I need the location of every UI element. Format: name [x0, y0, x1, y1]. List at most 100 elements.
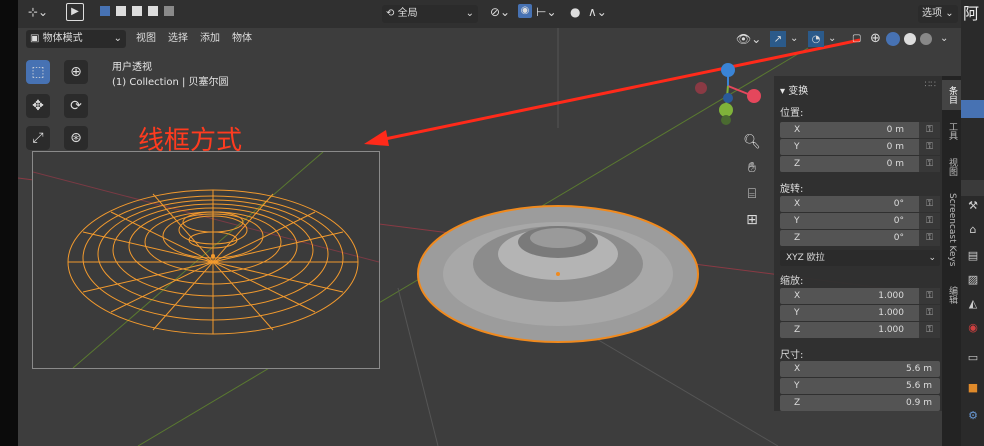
scale-tool[interactable]: ⤢ [26, 126, 50, 150]
pivot-point-icon[interactable]: ⊘⌄ [490, 5, 510, 19]
transform-tool[interactable]: ⊛ [64, 126, 88, 150]
view-name-label: 用户透视 [112, 62, 152, 73]
location-x-field[interactable]: X 0 m ⚿ [780, 122, 940, 138]
move-tool[interactable]: ✥ [26, 94, 50, 118]
collection-icon[interactable]: ▭ [965, 350, 981, 366]
menu-view[interactable]: 视图 [136, 30, 156, 48]
xray-toggle-icon[interactable]: ▢ [852, 30, 861, 48]
cropped-title-text: 阿 [963, 4, 980, 23]
view-layer-icon[interactable]: ▨ [965, 272, 981, 288]
lock-icon[interactable]: ⚿ [919, 196, 940, 212]
snap-target-icon[interactable]: ⊢⌄ [536, 5, 557, 19]
lock-icon[interactable]: ⚿ [919, 156, 940, 172]
tool-icon[interactable]: ⚒ [965, 198, 981, 214]
perspective-toggle-icon[interactable]: ⊞ [742, 210, 762, 230]
rotation-label: 旋转: [780, 184, 804, 195]
snap-toggle-icon[interactable]: ◉ [518, 4, 532, 18]
transform-title-label: 变换 [788, 86, 809, 97]
selection-mode-extend-icon[interactable] [116, 6, 126, 16]
zoom-icon[interactable]: 🔍︎ [742, 132, 762, 152]
lock-icon[interactable]: ⚿ [919, 213, 940, 229]
lock-icon[interactable]: ⚿ [919, 139, 940, 155]
selection-mode-new-icon[interactable] [100, 6, 110, 16]
chevron-down-icon: ⌄ [945, 8, 954, 19]
select-box-tool[interactable]: ⬚ [26, 60, 50, 84]
material-preview-icon[interactable] [904, 33, 916, 45]
select-box-icon: ⬚ [31, 64, 45, 80]
selection-mode-invert-icon[interactable] [148, 6, 158, 16]
mode-dropdown[interactable]: ▣ 物体模式 ⌄ [26, 30, 126, 48]
chevron-down-icon[interactable]: ⌄ [828, 30, 836, 48]
object-icon[interactable]: ■ [965, 380, 981, 396]
selected-row-highlight [961, 100, 984, 118]
scale-x-field[interactable]: X 1.000 ⚿ [780, 288, 940, 304]
visibility-icon[interactable]: 👁⌄ [736, 30, 761, 48]
dimensions-z-field[interactable]: Z 0.9 m [780, 395, 940, 411]
orientation-icon: ⟲ [386, 8, 395, 19]
left-edge-strip [0, 0, 18, 446]
lock-icon[interactable]: ⚿ [919, 122, 940, 138]
proportional-edit-icon[interactable]: ● [570, 5, 580, 19]
lock-icon[interactable]: ⚿ [919, 305, 940, 321]
rotation-z-field[interactable]: Z 0° ⚿ [780, 230, 940, 246]
dimensions-y-field[interactable]: Y 5.6 m [780, 378, 940, 394]
selection-mode-intersect-icon[interactable] [164, 6, 174, 16]
rotate-tool[interactable]: ⟳ [64, 94, 88, 118]
scale-y-field[interactable]: Y 1.000 ⚿ [780, 305, 940, 321]
camera-view-icon[interactable]: ⌸ [742, 184, 762, 204]
location-z-field[interactable]: Z 0 m ⚿ [780, 156, 940, 172]
chevron-down-icon: ⌄ [928, 253, 936, 263]
lock-icon[interactable]: ⚿ [919, 288, 940, 304]
wireframe-shading-icon[interactable]: ⊕ [870, 30, 881, 48]
dimensions-y-value: 5.6 m [906, 381, 932, 391]
dimensions-x-field[interactable]: X 5.6 m [780, 361, 940, 377]
tab-screencast-keys[interactable]: Screencast Keys [942, 188, 961, 272]
render-icon[interactable]: ⌂ [965, 222, 981, 238]
solid-shading-icon[interactable] [886, 32, 900, 46]
options-dropdown[interactable]: 选项 ⌄ [918, 5, 958, 23]
cursor-icon: ⊕ [70, 64, 82, 80]
scale-z-field[interactable]: Z 1.000 ⚿ [780, 322, 940, 338]
rotation-x-value: 0° [893, 199, 904, 209]
chevron-down-icon[interactable]: ⌄ [940, 30, 948, 48]
location-label: 位置: [780, 108, 804, 119]
falloff-icon[interactable]: ∧⌄ [588, 5, 607, 19]
menu-add[interactable]: 添加 [200, 30, 220, 48]
rotation-x-field[interactable]: X 0° ⚿ [780, 196, 940, 212]
axis-label: Z [794, 325, 801, 335]
rendered-shading-icon[interactable] [920, 33, 932, 45]
overlays-toggle-icon[interactable]: ◔ [808, 31, 824, 47]
output-icon[interactable]: ▤ [965, 248, 981, 264]
drag-handle-icon[interactable]: ∷∷ [925, 80, 936, 90]
axis-label: Y [794, 142, 800, 152]
cursor-tool[interactable]: ⊕ [64, 60, 88, 84]
rotation-y-field[interactable]: Y 0° ⚿ [780, 213, 940, 229]
tab-view[interactable]: 视图 [942, 152, 961, 182]
orientation-label: 全局 [397, 8, 418, 19]
menu-select[interactable]: 选择 [168, 30, 188, 48]
transform-orientation-dropdown[interactable]: ⟲ 全局 ⌄ [382, 5, 478, 23]
selection-mode-subtract-icon[interactable] [132, 6, 142, 16]
chevron-down-icon[interactable]: ⌄ [790, 30, 798, 48]
tab-tool[interactable]: 工具 [942, 116, 961, 146]
tab-item[interactable]: 条目 [942, 80, 961, 110]
location-x-value: 0 m [886, 125, 904, 135]
editor-type-icon[interactable]: ⊹⌄ [28, 5, 48, 19]
menu-object[interactable]: 物体 [232, 30, 252, 48]
scene-icon[interactable]: ◭ [965, 296, 981, 312]
lock-icon[interactable]: ⚿ [919, 322, 940, 338]
3d-viewport[interactable]: ▣ 物体模式 ⌄ 视图 选择 添加 物体 👁⌄ ↗ ⌄ ◔ ⌄ ▢ ⊕ ⌄ 用户… [18, 28, 961, 446]
gizmo-toggle-icon[interactable]: ↗ [770, 31, 786, 47]
select-tool-icon[interactable]: ▶ [66, 3, 84, 21]
tab-edit[interactable]: 编辑 [942, 280, 961, 310]
axis-label: Z [794, 159, 801, 169]
world-icon[interactable]: ◉ [965, 320, 981, 336]
adjacent-editor-strip: 阿 ⚒ ⌂ ▤ ▨ ◭ ◉ ▭ ■ ⚙ [961, 0, 984, 446]
lock-icon[interactable]: ⚿ [919, 230, 940, 246]
rotation-mode-dropdown[interactable]: XYZ 欧拉 ⌄ [780, 250, 940, 266]
transform-icon: ⊛ [70, 130, 82, 146]
transform-panel-title[interactable]: ▾ 变换 [780, 82, 808, 97]
modifier-icon[interactable]: ⚙ [965, 408, 981, 424]
location-y-field[interactable]: Y 0 m ⚿ [780, 139, 940, 155]
pan-hand-icon[interactable]: ✋︎ [742, 158, 762, 178]
